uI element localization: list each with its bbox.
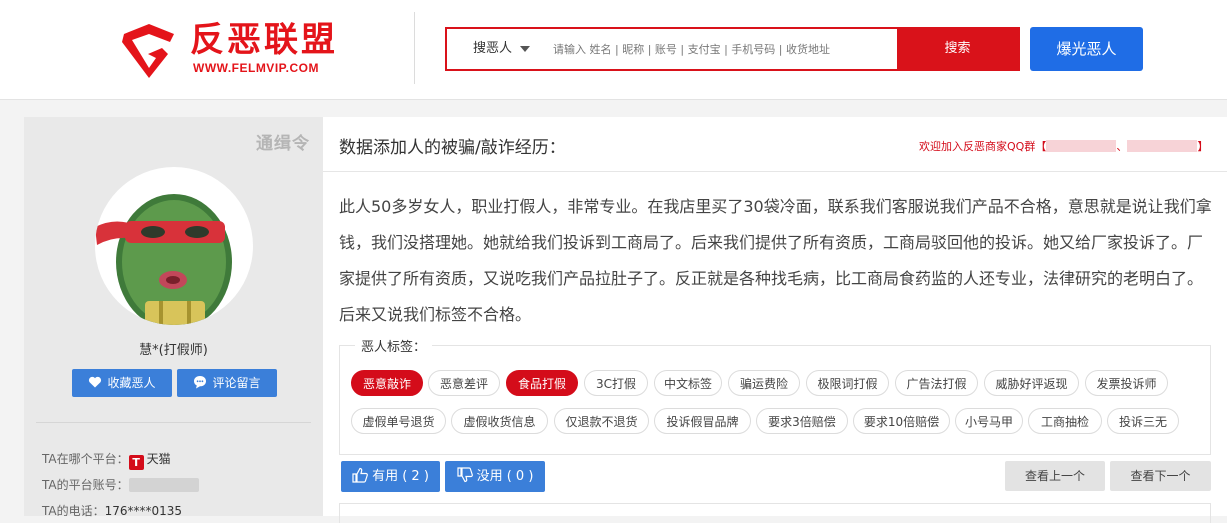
logo-url: WWW.FELMVIP.COM xyxy=(193,61,319,75)
divider xyxy=(323,171,1227,172)
user-name: 慧*(打假师) xyxy=(139,343,208,358)
divider xyxy=(36,422,311,423)
platform-label: TA在哪个平台： xyxy=(42,452,129,466)
tmall-icon: T xyxy=(128,455,144,470)
platform-value: 天猫 xyxy=(146,452,171,466)
experience-body: 此人50多岁女人，职业打假人，非常专业。在我店里买了30袋冷面，联系我们客服说我… xyxy=(339,197,1212,324)
qq-group-line[interactable]: 欢迎加入反恶商家QQ群【 、 】 xyxy=(919,138,1208,154)
redacted-qq-1 xyxy=(1046,140,1117,152)
qq-text: 欢迎加入反恶商家QQ群【 xyxy=(919,140,1047,153)
phone-row: TA的电话：176****0135 xyxy=(42,502,182,519)
search-type-label: 搜恶人 xyxy=(473,41,513,56)
tag-chip[interactable]: 发票投诉师 xyxy=(1085,370,1168,396)
tag-chip[interactable]: 虚假单号退货 xyxy=(351,408,446,434)
prev-button[interactable]: 查看上一个 xyxy=(1005,461,1105,491)
tag-chip[interactable]: 广告法打假 xyxy=(895,370,978,396)
avatar xyxy=(95,167,253,325)
tag-chip[interactable]: 仅退款不退货 xyxy=(554,408,649,434)
chat-bubble-icon xyxy=(194,376,207,389)
platform-row: TA在哪个平台： T 天猫 xyxy=(42,450,171,470)
thumbs-up-icon xyxy=(352,467,368,483)
turtle-face-icon xyxy=(95,194,232,325)
tag-chip[interactable]: 中文标签 xyxy=(654,370,722,396)
tag-chip[interactable]: 要求10倍赔偿 xyxy=(853,408,950,434)
qq-separator: 、 xyxy=(1116,140,1128,153)
search-box: 搜恶人 搜索 xyxy=(445,27,1020,71)
tag-chip[interactable]: 投诉三无 xyxy=(1107,408,1179,434)
tag-chip[interactable]: 小号马甲 xyxy=(955,408,1023,434)
tag-chip[interactable]: 极限词打假 xyxy=(806,370,889,396)
heart-icon xyxy=(89,376,102,388)
favorite-label: 收藏恶人 xyxy=(107,376,156,390)
search-input[interactable] xyxy=(553,37,893,61)
comment-button[interactable]: 评论留言 xyxy=(177,369,277,397)
search-button[interactable]: 搜索 xyxy=(897,29,1018,69)
experience-title: 数据添加人的被骗/敲诈经历： xyxy=(339,138,566,158)
tags-legend: 恶人标签： xyxy=(355,336,433,355)
tag-chip[interactable]: 食品打假 xyxy=(506,370,578,396)
expose-button[interactable]: 爆光恶人 xyxy=(1030,27,1143,71)
next-button[interactable]: 查看下一个 xyxy=(1110,461,1211,491)
tag-chip[interactable]: 恶意差评 xyxy=(428,370,500,396)
account-row: TA的平台账号： xyxy=(42,476,199,493)
next-section-card xyxy=(339,503,1211,523)
search-type-select[interactable]: 搜恶人 xyxy=(473,29,531,69)
useless-button[interactable]: 没用 ( 0 ) xyxy=(445,461,545,492)
redacted-account xyxy=(128,478,199,492)
thumbs-down-icon xyxy=(456,467,473,483)
tag-chip[interactable]: 工商抽检 xyxy=(1028,408,1102,434)
tag-chip[interactable]: 骗运费险 xyxy=(728,370,800,396)
tag-chip[interactable]: 投诉假冒品牌 xyxy=(654,408,751,434)
profile-panel: 通缉令 慧*(打假师) 收藏恶人 评论留言 TA在哪个平台： T 天猫 TA的平… xyxy=(24,117,323,519)
logo-text[interactable]: 反恶联盟 xyxy=(190,20,338,60)
tag-chip[interactable]: 虚假收货信息 xyxy=(451,408,548,434)
tag-chip[interactable]: 要求3倍赔偿 xyxy=(756,408,848,434)
useful-button[interactable]: 有用 ( 2 ) xyxy=(341,461,440,492)
tags-box: 恶人标签： 恶意敲诈 恶意差评 食品打假 3C打假 中文标签 骗运费险 极限词打假 广告法打假… xyxy=(339,336,1211,455)
tag-chip[interactable]: 威胁好评返现 xyxy=(984,370,1079,396)
tag-chip[interactable]: 恶意敲诈 xyxy=(351,370,423,396)
comment-label: 评论留言 xyxy=(212,376,261,390)
qq-end: 】 xyxy=(1197,140,1209,153)
useful-label: 有用 ( 2 ) xyxy=(372,469,429,484)
wanted-stamp: 通缉令 xyxy=(256,134,310,154)
favorite-button[interactable]: 收藏恶人 xyxy=(72,369,172,397)
chevron-down-icon xyxy=(520,45,531,52)
useless-label: 没用 ( 0 ) xyxy=(476,469,534,484)
redacted-qq-2 xyxy=(1127,140,1198,152)
header-divider xyxy=(414,12,415,84)
experience-panel: 数据添加人的被骗/敲诈经历： 欢迎加入反恶商家QQ群【 、 】 此人50多岁女人，职… xyxy=(323,117,1227,523)
header: 反恶联盟 WWW.FELMVIP.COM 搜恶人 搜索 爆光恶人 xyxy=(0,0,1227,100)
logo-shield-icon[interactable] xyxy=(118,18,180,80)
account-label: TA的平台账号： xyxy=(42,478,129,492)
tag-chip[interactable]: 3C打假 xyxy=(584,370,648,396)
